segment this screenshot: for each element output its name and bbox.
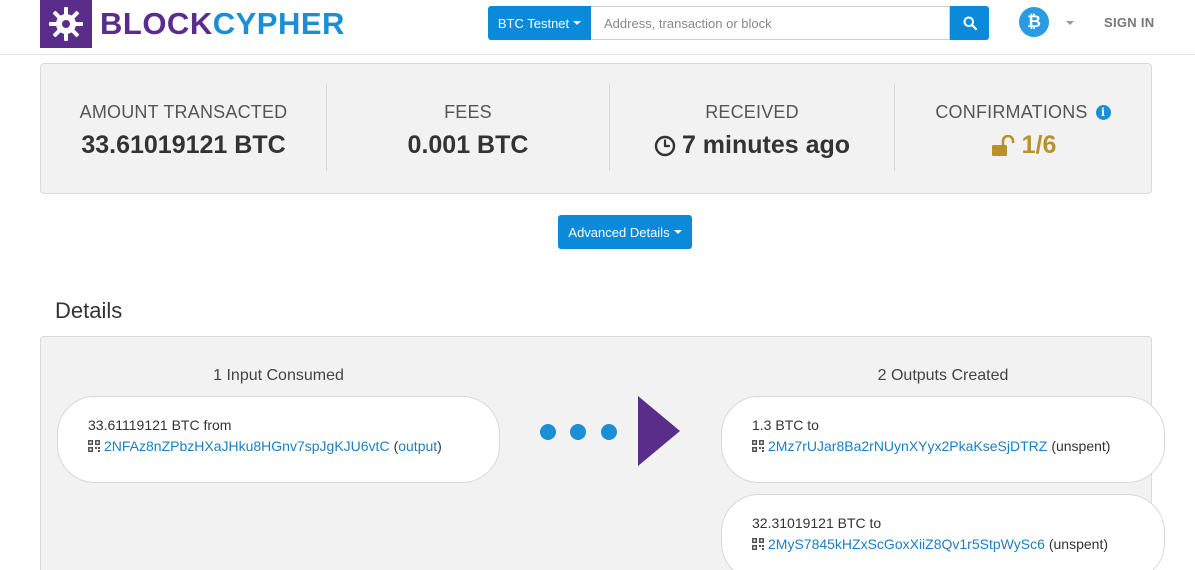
amount-value: 33.61019121 BTC [41,131,326,160]
bitcoin-icon[interactable]: ₿ [1019,7,1049,37]
confirmations-label: CONFIRMATIONS i [895,102,1151,123]
advanced-details-label: Advanced Details [568,224,670,240]
qr-code-icon[interactable] [752,440,764,452]
output-amount: 32.31019121 BTC to [752,515,882,531]
paren-close: ) [437,438,442,454]
output-item: 1.3 BTC to 2Mz7rUJar8Ba2rNUynXYyx2PkaKse… [721,396,1165,483]
amount-value-text: 33.61019121 BTC [81,131,286,159]
confirmations-value-text: 1/6 [1021,131,1057,159]
output-amount: 1.3 BTC to [752,417,819,433]
output-address-link[interactable]: 2MyS7845kHZxScGoxXiiZ8Qv1r5StpWySc6 [768,536,1045,552]
output-status: (unspent) [1051,438,1111,454]
received-stat: RECEIVED 7 minutes ago [610,84,894,171]
input-amount: 33.61119121 BTC from [88,417,232,433]
output-link-wrapper: (output) [394,438,442,454]
amount-stat: AMOUNT TRANSACTED 33.61019121 BTC [41,84,326,171]
logo-word-block: BLOCK [100,6,213,41]
caret-down-icon [573,21,582,25]
advanced-details-button[interactable]: Advanced Details [558,215,692,249]
sign-in-link[interactable]: SIGN IN [1104,15,1155,30]
fees-value-text: 0.001 BTC [407,131,529,159]
confirmations-stat: CONFIRMATIONS i 1/6 [895,84,1151,171]
outputs-heading: 2 Outputs Created [877,367,1009,384]
clock-icon [654,135,676,156]
blockcypher-logo[interactable]: BLOCKCYPHER [40,0,345,48]
flow-dot [601,424,617,440]
qr-code-icon[interactable] [88,440,100,452]
input-address-line: 2NFAz8nZPbzHXaJHku8HGnv7spJgKJU6vtC (out… [88,438,469,454]
received-value: 7 minutes ago [610,131,894,160]
details-panel: 1 Input Consumed 2 Outputs Created 33.61… [40,336,1165,570]
details-heading: Details [55,298,123,323]
output-address-line: 2Mz7rUJar8Ba2rNUynXYyx2PkaKseSjDTRZ (uns… [752,438,1134,454]
input-output-link[interactable]: output [398,438,437,454]
flow-dot [570,424,586,440]
flow-dot [540,424,556,440]
fees-stat: FEES 0.001 BTC [327,84,609,171]
received-label: RECEIVED [705,102,799,122]
network-dropdown-button[interactable]: BTC Testnet [488,6,591,40]
logo-gear-icon [40,0,92,48]
output-status: (unspent) [1048,536,1109,552]
logo-wordmark: BLOCKCYPHER [100,6,345,42]
confirmations-label-text: CONFIRMATIONS [935,102,1088,122]
search-button[interactable] [950,6,989,40]
amount-label: AMOUNT TRANSACTED [79,102,288,122]
transaction-summary-panel: AMOUNT TRANSACTED 33.61019121 BTC FEES 0… [40,63,1152,194]
flow-arrow-icon [638,396,680,466]
fees-label: FEES [444,102,492,122]
received-value-text: 7 minutes ago [681,131,851,159]
coin-symbol: ₿ [1027,12,1041,31]
search-form: BTC Testnet [488,6,989,40]
network-dropdown-label: BTC Testnet [497,15,570,31]
caret-down-icon [673,230,682,234]
search-input[interactable] [591,6,950,40]
confirmations-value: 1/6 [895,131,1151,160]
info-icon[interactable]: i [1095,105,1111,120]
input-address-link[interactable]: 2NFAz8nZPbzHXaJHku8HGnv7spJgKJU6vtC [104,438,390,454]
top-navbar: BLOCKCYPHER BTC Testnet ₿ SIGN IN [0,0,1195,55]
qr-code-icon[interactable] [752,538,764,550]
inputs-heading: 1 Input Consumed [213,367,344,384]
search-icon [963,16,977,30]
fees-value: 0.001 BTC [327,131,609,160]
output-item: 32.31019121 BTC to 2MyS7845kHZxScGoxXiiZ… [721,494,1165,570]
output-address-line: 2MyS7845kHZxScGoxXiiZ8Qv1r5StpWySc6 (uns… [752,536,1134,552]
logo-word-cypher: CYPHER [212,6,345,41]
input-item: 33.61119121 BTC from 2NFAz8nZPbzHXaJHku8… [57,396,500,483]
unlock-icon [991,134,1014,156]
output-address-link[interactable]: 2Mz7rUJar8Ba2rNUynXYyx2PkaKseSjDTRZ [768,438,1047,454]
coin-dropdown-caret-icon[interactable] [1066,21,1074,25]
